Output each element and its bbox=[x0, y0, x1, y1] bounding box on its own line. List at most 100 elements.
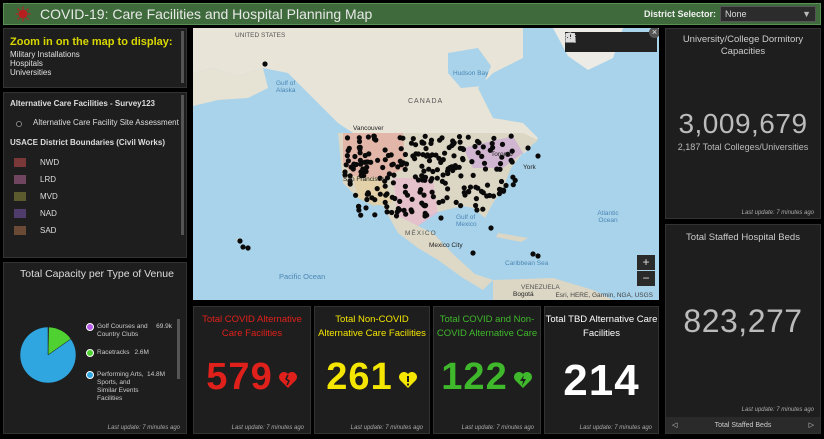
home-icon[interactable] bbox=[565, 32, 600, 49]
zoom-in-button[interactable]: + bbox=[637, 255, 655, 270]
facility-point[interactable] bbox=[473, 196, 479, 202]
facility-point[interactable] bbox=[429, 189, 435, 195]
facility-point[interactable] bbox=[490, 193, 497, 199]
facility-point[interactable] bbox=[345, 158, 351, 164]
facility-point[interactable] bbox=[430, 168, 436, 175]
facility-point[interactable] bbox=[344, 135, 351, 141]
facility-point[interactable] bbox=[510, 182, 516, 188]
facility-point[interactable] bbox=[422, 133, 428, 139]
facility-point[interactable] bbox=[460, 157, 466, 163]
facility-point[interactable] bbox=[353, 192, 359, 198]
facility-point[interactable] bbox=[402, 151, 408, 158]
facility-point[interactable] bbox=[453, 199, 459, 205]
facility-point[interactable] bbox=[366, 151, 372, 157]
district-selector-dropdown[interactable]: None ▼ bbox=[720, 6, 816, 22]
facility-point[interactable] bbox=[417, 189, 423, 195]
facility-point[interactable] bbox=[409, 196, 415, 202]
facility-point[interactable] bbox=[365, 159, 371, 165]
facility-point[interactable] bbox=[481, 160, 488, 166]
facility-point[interactable] bbox=[372, 212, 378, 218]
facility-point[interactable] bbox=[398, 146, 404, 152]
facility-point[interactable] bbox=[377, 191, 383, 197]
facility-point[interactable] bbox=[393, 213, 400, 219]
facility-point[interactable] bbox=[382, 183, 388, 189]
facility-point[interactable] bbox=[503, 182, 509, 189]
facility-point[interactable] bbox=[402, 189, 408, 195]
facility-point[interactable] bbox=[440, 198, 446, 204]
zoom-out-button[interactable]: − bbox=[637, 271, 655, 286]
facility-point[interactable] bbox=[444, 195, 450, 201]
facility-point[interactable] bbox=[498, 178, 505, 185]
next-arrow-icon[interactable]: ▷ bbox=[809, 421, 814, 429]
facility-point[interactable] bbox=[442, 150, 448, 156]
facility-point[interactable] bbox=[460, 146, 467, 153]
facility-point[interactable] bbox=[412, 174, 418, 180]
facility-point[interactable] bbox=[434, 167, 440, 173]
facility-point[interactable] bbox=[494, 166, 500, 172]
facility-point[interactable] bbox=[395, 164, 401, 170]
facility-point[interactable] bbox=[419, 163, 425, 169]
facility-point[interactable] bbox=[400, 135, 406, 141]
prev-arrow-icon[interactable]: ◁ bbox=[672, 421, 677, 429]
scrollbar[interactable] bbox=[177, 319, 180, 379]
facility-point[interactable] bbox=[510, 174, 516, 180]
facility-point[interactable] bbox=[438, 215, 444, 221]
facility-point[interactable] bbox=[469, 159, 475, 165]
facility-point[interactable] bbox=[422, 213, 428, 219]
facility-point[interactable] bbox=[445, 170, 451, 177]
facility-point[interactable] bbox=[408, 207, 414, 213]
facility-point[interactable] bbox=[384, 209, 390, 215]
facility-point[interactable] bbox=[410, 136, 416, 142]
facility-point[interactable] bbox=[356, 138, 363, 145]
facility-point[interactable] bbox=[478, 188, 485, 194]
facility-point[interactable] bbox=[458, 173, 464, 179]
map-view[interactable]: UNITED STATES Gulf of Alaska Hudson Bay … bbox=[193, 28, 659, 300]
facility-point[interactable] bbox=[390, 180, 396, 186]
facility-point[interactable] bbox=[433, 152, 439, 158]
facility-point[interactable] bbox=[491, 135, 497, 141]
facility-point[interactable] bbox=[423, 153, 429, 159]
facility-point[interactable] bbox=[357, 150, 363, 156]
facility-point[interactable] bbox=[508, 133, 514, 139]
facility-point[interactable] bbox=[470, 250, 476, 256]
scrollbar[interactable] bbox=[181, 95, 184, 235]
facility-point[interactable] bbox=[397, 158, 403, 164]
facility-point[interactable] bbox=[472, 143, 478, 150]
facility-point[interactable] bbox=[245, 245, 251, 251]
facility-point[interactable] bbox=[440, 172, 446, 178]
facility-point[interactable] bbox=[535, 153, 541, 159]
facility-point[interactable] bbox=[440, 157, 446, 163]
facility-point[interactable] bbox=[474, 207, 480, 213]
facility-point[interactable] bbox=[449, 142, 455, 149]
facility-point[interactable] bbox=[465, 188, 472, 195]
facility-point[interactable] bbox=[380, 164, 386, 171]
facility-point[interactable] bbox=[382, 199, 388, 205]
facility-point[interactable] bbox=[382, 147, 388, 153]
facility-point[interactable] bbox=[415, 151, 421, 157]
facility-point[interactable] bbox=[429, 176, 435, 182]
facility-point[interactable] bbox=[428, 140, 434, 146]
facility-point[interactable] bbox=[402, 183, 408, 189]
facility-point[interactable] bbox=[358, 212, 364, 218]
facility-point[interactable] bbox=[402, 166, 408, 172]
facility-point[interactable] bbox=[489, 140, 495, 147]
facility-point[interactable] bbox=[262, 61, 268, 67]
facility-point[interactable] bbox=[426, 158, 433, 164]
facility-point[interactable] bbox=[473, 184, 479, 190]
facility-point[interactable] bbox=[484, 182, 491, 188]
facility-point[interactable] bbox=[352, 153, 358, 160]
facility-point[interactable] bbox=[450, 138, 456, 144]
facility-point[interactable] bbox=[403, 211, 409, 217]
facility-point[interactable] bbox=[372, 197, 378, 203]
facility-point[interactable] bbox=[355, 203, 362, 210]
facility-point[interactable] bbox=[364, 196, 370, 203]
facility-point[interactable] bbox=[365, 134, 371, 140]
facility-point[interactable] bbox=[458, 203, 464, 209]
facility-point[interactable] bbox=[453, 165, 459, 171]
facility-point[interactable] bbox=[465, 134, 471, 140]
facility-point[interactable] bbox=[434, 175, 440, 181]
facility-point[interactable] bbox=[237, 238, 243, 244]
layers-icon[interactable] bbox=[565, 32, 636, 49]
facility-point[interactable] bbox=[470, 172, 476, 178]
facility-point[interactable] bbox=[525, 145, 531, 151]
